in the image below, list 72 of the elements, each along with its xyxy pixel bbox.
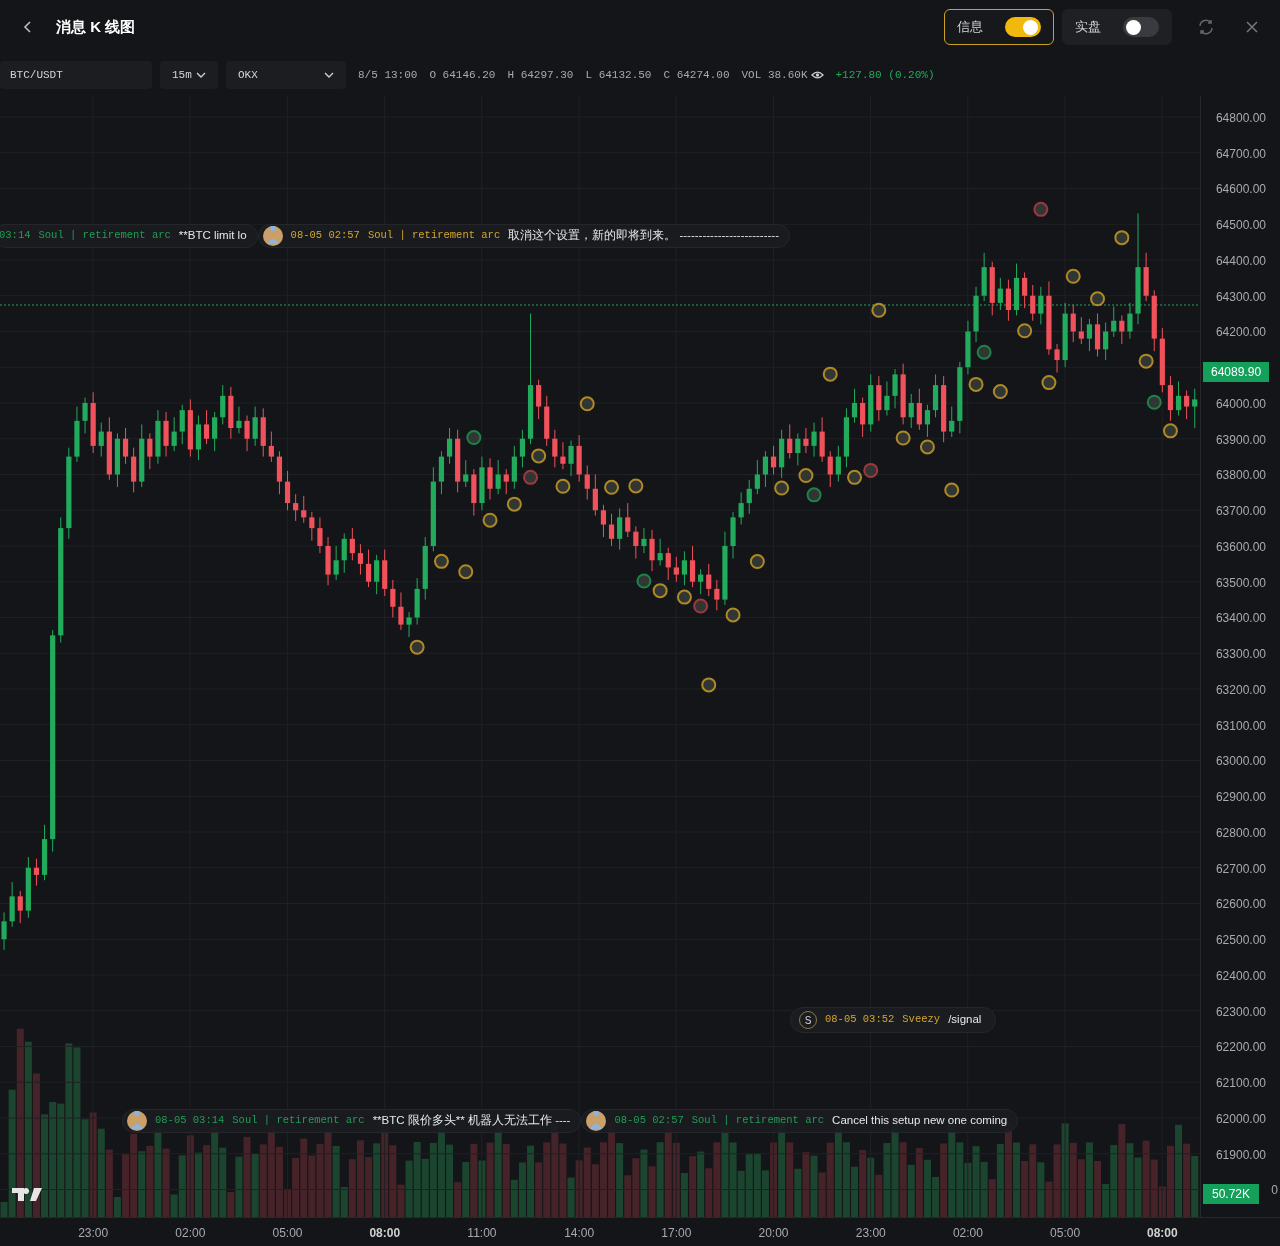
message-text: Cancel this setup new one coming: [832, 1113, 1008, 1129]
price-label: 64500.00: [1215, 217, 1266, 235]
message-author: Soul | retirement arc: [691, 1113, 825, 1129]
time-label: 23:00: [855, 1225, 886, 1242]
volume-axis-label: 0: [1271, 1182, 1278, 1199]
symbol-field[interactable]: BTC/USDT: [0, 61, 152, 89]
price-label: 61900.00: [1215, 1146, 1266, 1164]
volume-readout: VOL 38.60K: [741, 67, 808, 83]
page-title: 消息 K 线图: [56, 16, 136, 37]
message-time: 03:14: [0, 228, 31, 244]
price-label: 62700.00: [1215, 860, 1266, 878]
price-label: 63000.00: [1215, 753, 1266, 771]
message-time: 08-05 03:14: [155, 1113, 225, 1129]
ohlc-readout: O 64146.20: [429, 67, 496, 83]
price-label: 62200.00: [1215, 1039, 1266, 1057]
price-label: 62400.00: [1215, 967, 1266, 985]
interval-select[interactable]: 15m: [160, 61, 218, 89]
message-author: Sveezy: [902, 1012, 941, 1028]
price-label: 63200.00: [1215, 681, 1266, 699]
price-change: +127.80 (0.20%): [835, 67, 935, 83]
exchange-select[interactable]: OKX: [226, 61, 346, 89]
time-label: 05:00: [1050, 1225, 1081, 1242]
ohlc-readout: C 64274.00: [663, 67, 730, 83]
price-label: 63900.00: [1215, 431, 1266, 449]
message-time: 08-05 02:57: [290, 228, 360, 244]
time-label: 20:00: [758, 1225, 789, 1242]
price-label: 62100.00: [1215, 1075, 1266, 1093]
price-label: 62900.00: [1215, 789, 1266, 807]
time-label: 23:00: [78, 1225, 109, 1242]
message-text: /signal: [948, 1012, 982, 1028]
time-label: 02:00: [175, 1225, 206, 1242]
message-time: 08-05 02:57: [614, 1113, 684, 1129]
price-label: 63100.00: [1215, 717, 1266, 735]
price-label: 64400.00: [1215, 252, 1266, 270]
price-label: 62600.00: [1215, 896, 1266, 914]
time-label: 05:00: [272, 1225, 303, 1242]
price-label: 63300.00: [1215, 646, 1266, 664]
message-author: Soul | retirement arc: [38, 228, 171, 244]
message-author: Soul | retirement arc: [367, 228, 501, 244]
price-label: 64700.00: [1215, 145, 1266, 163]
price-label: 64200.00: [1215, 324, 1266, 342]
price-label: 63400.00: [1215, 610, 1266, 628]
message-text: **BTC limit lo: [178, 228, 247, 244]
ohlc-readout: 8/5 13:00: [358, 67, 418, 83]
price-label: 64600.00: [1215, 181, 1266, 199]
price-label: 62300.00: [1215, 1003, 1266, 1021]
price-label: 62800.00: [1215, 824, 1266, 842]
message-time: 08-05 03:52: [825, 1012, 895, 1028]
time-label: 02:00: [952, 1225, 983, 1242]
current-price-badge: 64089.90: [1203, 362, 1270, 382]
ohlc-readout: L 64132.50: [585, 67, 652, 83]
toggle-label: 信息: [957, 18, 983, 37]
price-label: 64300.00: [1215, 288, 1266, 306]
price-label: 63800.00: [1215, 467, 1266, 485]
ohlc-readout: H 64297.30: [507, 67, 574, 83]
price-label: 63600.00: [1215, 538, 1266, 556]
price-label: 63500.00: [1215, 574, 1266, 592]
price-label: 63700.00: [1215, 503, 1266, 521]
message-text: 取消这个设置，新的即将到来。 --------------------------: [508, 228, 779, 244]
message-author: Soul | retirement arc: [232, 1113, 365, 1129]
time-label: 08:00: [1147, 1225, 1178, 1242]
volume-badge: 50.72K: [1203, 1184, 1260, 1204]
time-label: 11:00: [467, 1225, 497, 1242]
time-label: 14:00: [564, 1225, 595, 1242]
time-label: 17:00: [661, 1225, 692, 1242]
price-label: 62500.00: [1215, 932, 1266, 950]
message-text: **BTC 限价多头** 机器人无法工作 ----: [372, 1113, 571, 1129]
time-label: 08:00: [369, 1225, 401, 1242]
toggle-label: 实盘: [1075, 18, 1101, 37]
price-label: 62000.00: [1215, 1110, 1266, 1128]
price-label: 64800.00: [1215, 110, 1266, 127]
price-label: 64000.00: [1215, 395, 1266, 413]
